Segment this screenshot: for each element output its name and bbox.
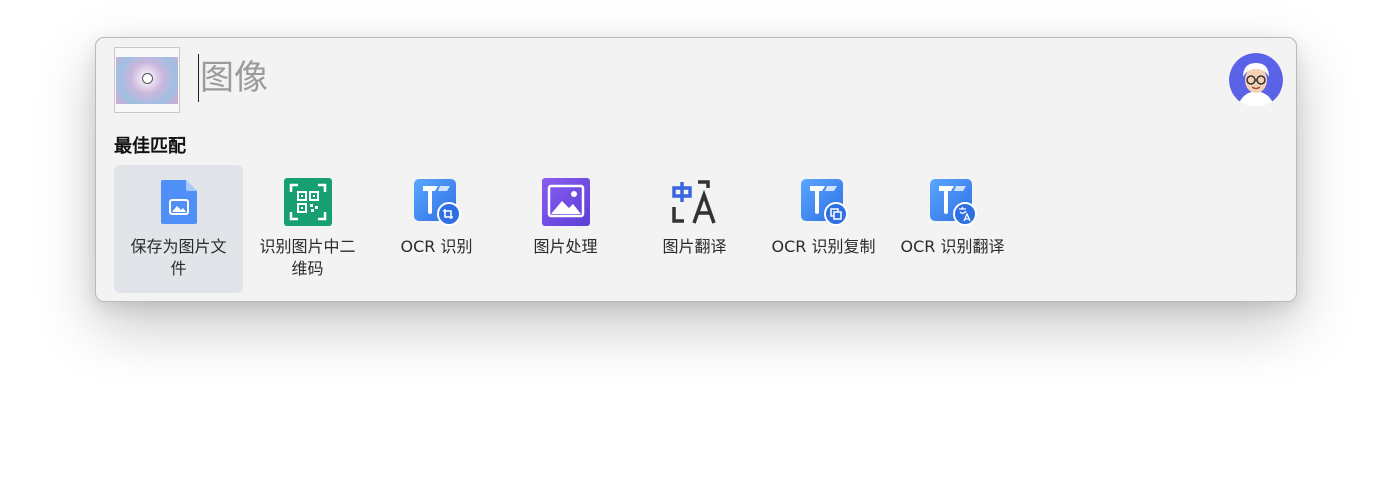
image-thumbnail[interactable] [114,47,180,113]
ocr-copy-button[interactable]: OCR 识别复制 [759,165,888,293]
text-caret [198,54,199,102]
best-match-list: 保存为图片文件 识别图片中二维码 OCR 识别 图片处理 图片翻译 OCR 识别… [114,165,1017,293]
image-processing-button[interactable]: 图片处理 [501,165,630,293]
ocr-crop-icon [413,179,461,226]
scan-qr-code-button[interactable]: 识别图片中二维码 [243,165,372,293]
item-label: 识别图片中二维码 [259,237,356,278]
save-as-image-file-button[interactable]: 保存为图片文件 [114,165,243,293]
item-label: 图片处理 [533,237,598,256]
ocr-translate-icon [929,179,977,226]
item-label: 保存为图片文件 [130,237,227,278]
search-input[interactable] [200,50,1000,106]
item-label: OCR 识别翻译 [900,237,1005,256]
thumbnail-preview [116,57,178,104]
image-edit-icon [541,178,590,226]
image-file-icon [160,180,197,224]
best-match-title: 最佳匹配 [114,136,186,157]
item-label: OCR 识别复制 [771,237,876,256]
ocr-translate-button[interactable]: OCR 识别翻译 [888,165,1017,293]
ocr-copy-icon [800,179,848,226]
ocr-recognize-button[interactable]: OCR 识别 [372,165,501,293]
qr-code-icon [283,178,332,226]
search-panel: 最佳匹配 保存为图片文件 [95,37,1297,302]
translate-icon [671,180,716,224]
item-label: 图片翻译 [662,237,727,256]
item-label: OCR 识别 [400,237,473,256]
user-avatar[interactable] [1229,53,1283,107]
image-translate-button[interactable]: 图片翻译 [630,165,759,293]
